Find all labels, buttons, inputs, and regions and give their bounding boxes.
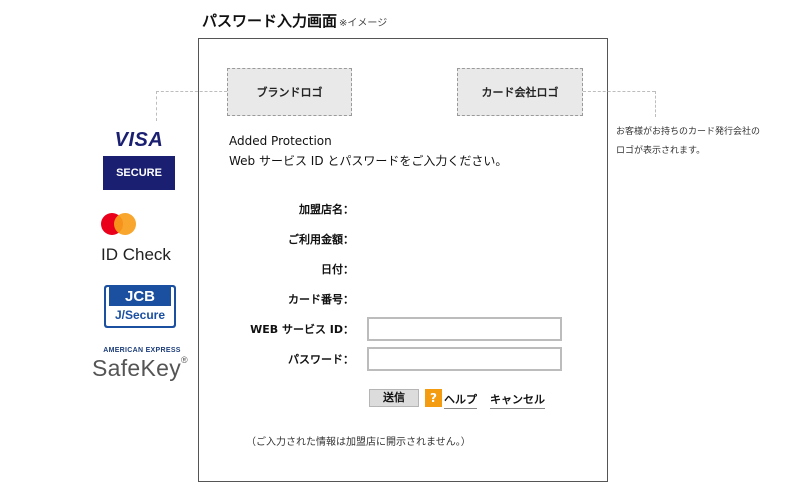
intro-line-2: Web サービス ID とパスワードをご入力ください。: [229, 154, 508, 168]
page-title: パスワード入力画面 ※イメージ: [202, 10, 387, 31]
mastercard-circles-icon: [101, 213, 179, 235]
jcb-jsecure-logo: JCB J/Secure: [104, 285, 176, 328]
amex-safekey-logo: AMERICAN EXPRESS SafeKey®: [92, 347, 192, 382]
intro-text: Added Protection Web サービス ID とパスワードをご入力く…: [229, 131, 507, 171]
safekey-text: SafeKey: [92, 355, 182, 381]
brand-logo-placeholder: ブランドロゴ: [227, 68, 352, 116]
amount-label: ご利用金額：: [288, 233, 354, 246]
amex-wordmark: AMERICAN EXPRESS: [103, 347, 181, 354]
card-company-note-line1: お客様がお持ちのカード発行会社の: [616, 127, 761, 137]
mastercard-id-check-logo: ID Check: [101, 213, 179, 265]
card-company-note-line2: ロゴが表示されます。: [616, 146, 706, 156]
registered-mark: ®: [181, 355, 188, 365]
intro-line-1: Added Protection: [229, 134, 332, 148]
card-connector-vertical: [655, 91, 656, 117]
help-link[interactable]: ヘルプ: [444, 391, 477, 409]
jsecure-text: J/Secure: [114, 308, 166, 322]
card-company-note: お客様がお持ちのカード発行会社の ロゴが表示されます。: [616, 123, 796, 161]
card-connector-horizontal: [583, 91, 655, 92]
password-input[interactable]: [367, 347, 562, 371]
disclosure-footnote: （ご入力された情報は加盟店に開示されません。）: [246, 437, 471, 448]
brand-connector-horizontal: [156, 91, 227, 92]
web-service-id-label: WEB サービス ID：: [250, 323, 354, 336]
web-service-id-input[interactable]: [367, 317, 562, 341]
send-button[interactable]: 送信: [369, 389, 419, 407]
image-note: ※イメージ: [339, 18, 388, 29]
jcb-logo-inner: JCB J/Secure: [106, 287, 174, 326]
card-company-logo-placeholder: カード会社ロゴ: [457, 68, 583, 116]
visa-secure-logo: VISA SECURE: [103, 129, 175, 190]
date-label: 日付：: [321, 263, 354, 276]
visa-secure-badge: SECURE: [103, 156, 175, 190]
cancel-link[interactable]: キャンセル: [490, 391, 545, 409]
jcb-wordmark: JCB: [109, 287, 171, 306]
visa-wordmark: VISA: [114, 129, 164, 151]
page-title-text: パスワード入力画面: [202, 12, 338, 30]
card-number-label: カード番号：: [288, 293, 354, 306]
merchant-name-label: 加盟店名：: [299, 203, 354, 216]
brand-connector-vertical: [156, 91, 157, 121]
mastercard-orange-circle: [114, 213, 136, 235]
password-label: パスワード：: [288, 353, 354, 366]
id-check-text: ID Check: [101, 245, 171, 264]
safekey-wordmark: SafeKey®: [92, 355, 192, 382]
help-question-icon[interactable]: ?: [425, 389, 442, 407]
